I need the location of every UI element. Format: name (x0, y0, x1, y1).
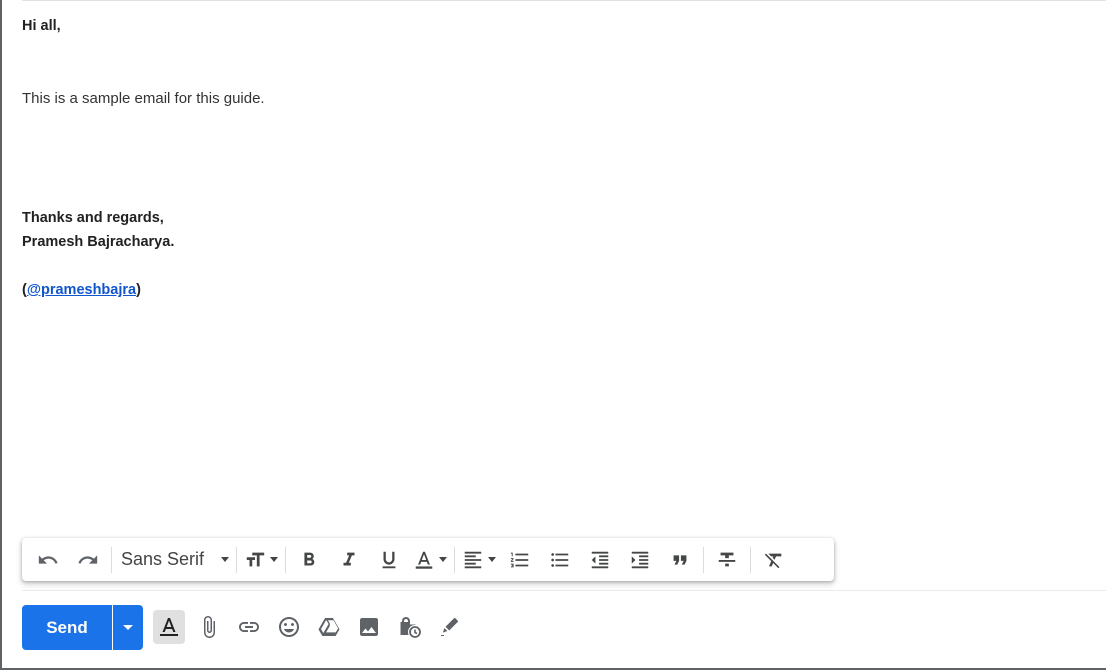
remove-formatting-icon[interactable] (758, 544, 790, 576)
numbered-list-icon[interactable] (504, 544, 536, 576)
send-button-group: Send (22, 605, 143, 650)
formatting-toolbar: Sans Serif (22, 538, 834, 581)
toolbar-separator (703, 546, 704, 573)
bulleted-list-icon[interactable] (544, 544, 576, 576)
signature-icon[interactable] (433, 610, 465, 644)
italic-icon[interactable] (333, 544, 365, 576)
handle-close-paren: ) (136, 282, 141, 298)
toolbar-separator (454, 546, 455, 573)
compose-actions (153, 610, 465, 644)
chevron-down-icon (123, 625, 133, 630)
text-color-dropdown[interactable] (413, 544, 447, 576)
align-dropdown[interactable] (462, 544, 496, 576)
insert-photo-icon[interactable] (353, 610, 385, 644)
send-button[interactable]: Send (22, 605, 112, 650)
toolbar-separator (236, 546, 237, 573)
google-drive-icon[interactable] (313, 610, 345, 644)
emoji-icon[interactable] (273, 610, 305, 644)
insert-link-icon[interactable] (233, 610, 265, 644)
strikethrough-icon[interactable] (711, 544, 743, 576)
handle-line: (@prameshbajra) (22, 282, 141, 298)
compose-divider (22, 590, 1106, 591)
font-family-select[interactable]: Sans Serif (115, 544, 233, 576)
top-divider (22, 0, 1106, 1)
confidential-mode-icon[interactable] (393, 610, 425, 644)
attach-file-icon[interactable] (193, 610, 225, 644)
chevron-down-icon (439, 557, 447, 562)
indent-more-icon[interactable] (624, 544, 656, 576)
handle-link[interactable]: @prameshbajra (27, 282, 136, 298)
font-size-icon (246, 552, 265, 566)
text-color-icon (415, 551, 433, 569)
align-icon (464, 551, 482, 568)
quote-icon[interactable] (664, 544, 696, 576)
toolbar-separator (111, 546, 112, 573)
redo-icon[interactable] (72, 544, 104, 576)
chevron-down-icon (488, 557, 496, 562)
bold-icon[interactable] (293, 544, 325, 576)
toolbar-separator (285, 546, 286, 573)
font-family-value: Sans Serif (121, 549, 205, 569)
body-text: This is a sample email for this guide. (22, 90, 265, 107)
greeting-text: Hi all, (22, 18, 61, 34)
font-size-dropdown[interactable] (244, 544, 278, 576)
chevron-down-icon (270, 557, 278, 562)
closing-text: Thanks and regards, (22, 210, 164, 226)
sender-name: Pramesh Bajracharya. (22, 234, 175, 250)
formatting-options-icon[interactable] (153, 610, 185, 644)
undo-icon[interactable] (32, 544, 64, 576)
underline-icon[interactable] (373, 544, 405, 576)
indent-less-icon[interactable] (584, 544, 616, 576)
more-send-options-button[interactable] (113, 605, 143, 650)
chevron-down-icon (221, 557, 229, 562)
toolbar-separator (750, 546, 751, 573)
